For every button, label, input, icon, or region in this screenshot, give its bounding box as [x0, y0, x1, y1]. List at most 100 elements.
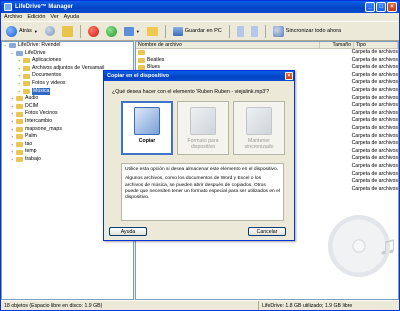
menu-edicion[interactable]: Edición	[27, 14, 45, 20]
choice-format[interactable]: Formato para dispositivo	[177, 101, 229, 155]
list-item-size	[316, 163, 349, 171]
tree-item-label: mapsone_maps	[25, 125, 62, 132]
toolbar-separator	[228, 24, 230, 38]
list-item-size	[316, 148, 349, 156]
save-to-pc-button[interactable]: Guardar en PC	[171, 24, 224, 38]
choice-keep-synced[interactable]: Mantener sincronizado	[233, 101, 285, 155]
drive-icon	[9, 43, 16, 49]
list-item-type: Carpeta de archivos	[351, 147, 398, 154]
tree-item-label: temp	[25, 148, 37, 155]
tree-item[interactable]: − LifeDrive	[2, 50, 133, 58]
list-item-type: Carpeta de archivos	[351, 178, 398, 185]
list-item-size	[316, 117, 349, 125]
tree-item-label: Fotos y videos	[32, 79, 66, 86]
menu-ayuda[interactable]: Ayuda	[64, 14, 80, 20]
list-item[interactable]: Beatles Carpeta de archivos	[136, 57, 398, 65]
window-title: LifeDrive™ Manager	[15, 4, 74, 10]
sync-all-label: Sincronizar todo ahora	[285, 28, 342, 34]
info-paragraph-2: Algunos archivos, como los documentos de…	[125, 176, 280, 201]
list-item-size	[316, 178, 349, 186]
forward-button[interactable]	[43, 24, 57, 38]
tree-item-label: LifeDrive: Rvendel	[18, 42, 61, 48]
view-button[interactable]: ▼	[122, 24, 142, 38]
status-bar: 18 objetos (Espacio libre en disco: 1.9 …	[1, 300, 399, 310]
list-item-size	[316, 110, 349, 118]
choice-group: Copiar Formato para dispositivo Mantener…	[121, 101, 285, 155]
refresh-button[interactable]	[104, 24, 119, 38]
folder-icon	[138, 57, 145, 63]
list-item-type: Carpeta de archivos	[351, 102, 398, 109]
list-item-type: Carpeta de archivos	[351, 117, 398, 124]
device-icon	[236, 25, 244, 37]
dialog-question: ¿Qué desea hacer con el elemento 'Ruben …	[112, 89, 270, 95]
copy-device-icon	[134, 107, 160, 135]
list-item-type: Carpeta de archivos	[351, 86, 398, 93]
folder-icon	[23, 81, 30, 87]
back-button[interactable]: Atrás ▼	[4, 24, 40, 38]
minimize-button[interactable]: _	[365, 2, 375, 12]
folder-icon	[16, 126, 23, 132]
tree-item[interactable]: − LifeDrive: Rvendel	[2, 42, 133, 50]
list-item-type: Carpeta de archivos	[351, 185, 398, 192]
list-item-type: Carpeta de archivos	[351, 124, 398, 131]
tree-item-label: Intercambio	[25, 117, 53, 124]
list-item-type: Carpeta de archivos	[351, 71, 398, 78]
computer-icon	[172, 26, 183, 36]
up-folder-button[interactable]	[60, 24, 75, 38]
drive-icon	[16, 50, 23, 56]
close-button[interactable]: ×	[387, 2, 397, 12]
column-name-header[interactable]: Nombre de archivo	[136, 42, 320, 48]
list-item[interactable]: Carpeta de archivos	[136, 49, 398, 57]
tree-item[interactable]: + Aplicaciones	[2, 57, 133, 65]
list-header: Nombre de archivo Tamaño Tipo	[136, 42, 398, 49]
folder-icon	[23, 73, 30, 79]
tree-item-label: Música	[32, 87, 51, 96]
copy-dialog: Copiar en el dispositivo × ¿Qué desea ha…	[103, 70, 295, 241]
tree-item-label: Audio	[25, 95, 39, 102]
folder-icon	[23, 66, 30, 72]
list-item-type: Carpeta de archivos	[351, 49, 398, 55]
dialog-close-button[interactable]: ×	[285, 72, 293, 80]
app-icon	[4, 3, 12, 11]
forward-arrow-icon	[44, 26, 55, 36]
cancel-button[interactable]: Cancelar	[248, 227, 286, 236]
list-item-size	[316, 186, 349, 194]
list-item-type: Carpeta de archivos	[351, 132, 398, 139]
list-item-type: Carpeta de archivos	[351, 56, 398, 63]
column-size-header[interactable]: Tamaño	[320, 42, 354, 48]
list-item-type: Carpeta de archivos	[351, 162, 398, 169]
tree-item-label: Fotos Vecinos	[25, 110, 58, 117]
status-left: 18 objetos (Espacio libre en disco: 1.9 …	[1, 301, 259, 310]
column-type-header[interactable]: Tipo	[354, 42, 398, 48]
list-item-type: Carpeta de archivos	[351, 79, 398, 86]
maximize-button[interactable]: □	[376, 2, 386, 12]
view-icon	[123, 26, 134, 36]
choice-copy[interactable]: Copiar	[121, 101, 173, 155]
list-item-type: Carpeta de archivos	[351, 64, 398, 71]
list-item-name-cell: Beatles	[136, 57, 316, 65]
help-button[interactable]: Ayuda	[109, 227, 147, 236]
tree-item-label: tao	[25, 140, 33, 147]
new-folder-button[interactable]	[145, 24, 160, 38]
toolbar-separator	[79, 24, 81, 38]
folder-icon	[16, 96, 23, 102]
tree-item-label: LifeDrive	[25, 49, 46, 56]
format-button[interactable]	[249, 24, 260, 38]
list-item-size	[316, 57, 349, 65]
menu-archivo[interactable]: Archivo	[4, 14, 22, 20]
tree-item-label: Aplicaciones	[32, 57, 62, 64]
list-item-type: Carpeta de archivos	[351, 155, 398, 162]
list-item-size	[316, 125, 349, 133]
sync-icon	[272, 25, 284, 37]
tree-item-label: Documentos	[32, 72, 62, 79]
choice-copy-label: Copiar	[138, 138, 156, 144]
delete-button[interactable]	[86, 24, 101, 38]
sync-all-button[interactable]: Sincronizar todo ahora	[271, 24, 343, 38]
chevron-down-icon: ▼	[33, 28, 38, 34]
toolbar: Atrás ▼ ▼ Guardar en PC Sincronizar todo…	[1, 22, 399, 41]
menu-ver[interactable]: Ver	[50, 14, 58, 20]
up-folder-icon	[61, 25, 73, 37]
copy-to-device-button[interactable]	[235, 24, 246, 38]
list-item-size	[316, 64, 349, 72]
folder-icon	[23, 88, 30, 94]
